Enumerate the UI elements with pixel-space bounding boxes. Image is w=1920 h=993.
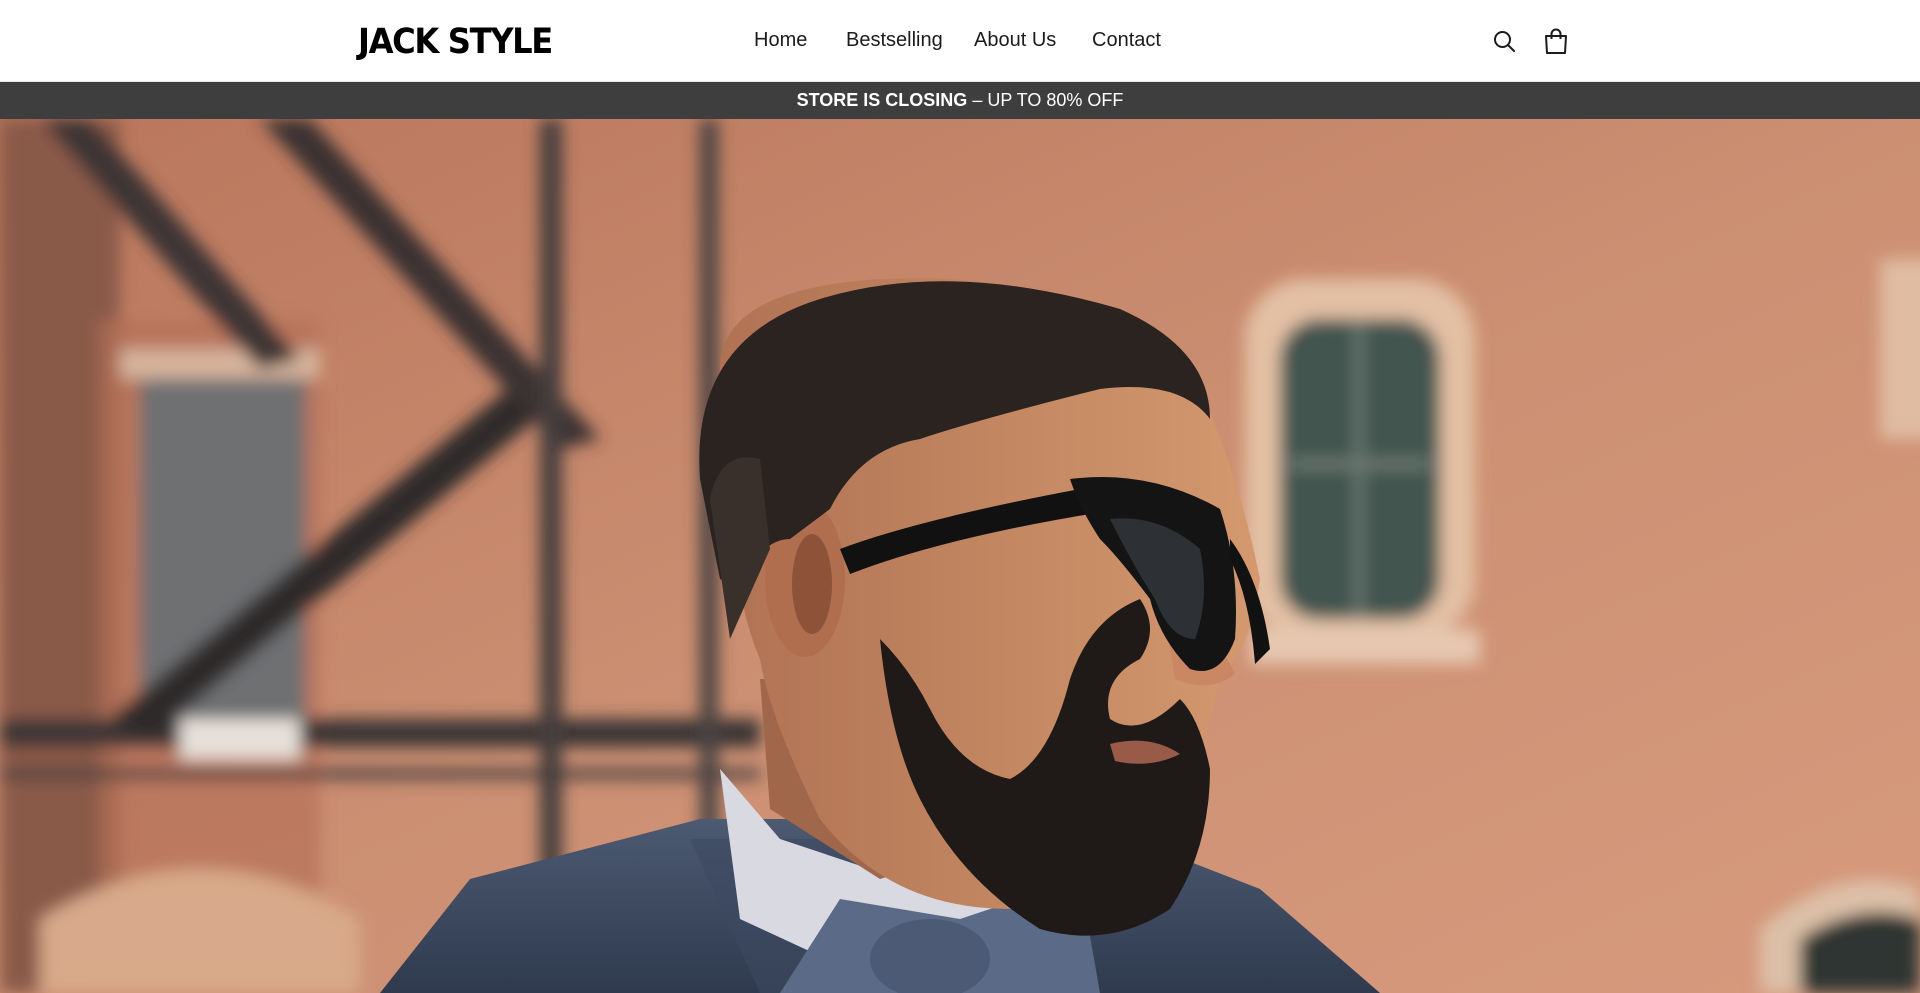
main-nav: Home Bestselling About Us Contact: [0, 0, 1920, 82]
cart-icon: [1545, 28, 1567, 54]
cart-button[interactable]: [1541, 26, 1571, 56]
announcement-bar[interactable]: STORE IS CLOSING – UP TO 80% OFF: [0, 82, 1920, 119]
brand-logo[interactable]: JACK STYLE: [358, 20, 553, 62]
search-button[interactable]: [1489, 26, 1519, 56]
hero-banner[interactable]: [0, 119, 1920, 993]
announcement-bold: STORE IS CLOSING: [796, 90, 968, 110]
nav-item-about-us[interactable]: About Us: [974, 28, 1056, 52]
hero-image: [0, 119, 1920, 993]
search-icon: [1494, 31, 1515, 52]
site-header: JACK STYLE Home Bestselling About Us Con…: [0, 0, 1920, 82]
nav-item-bestselling[interactable]: Bestselling: [846, 28, 943, 52]
nav-item-home[interactable]: Home: [754, 28, 807, 52]
announcement-text: – UP TO 80% OFF: [967, 90, 1124, 110]
nav-item-contact[interactable]: Contact: [1092, 28, 1161, 52]
